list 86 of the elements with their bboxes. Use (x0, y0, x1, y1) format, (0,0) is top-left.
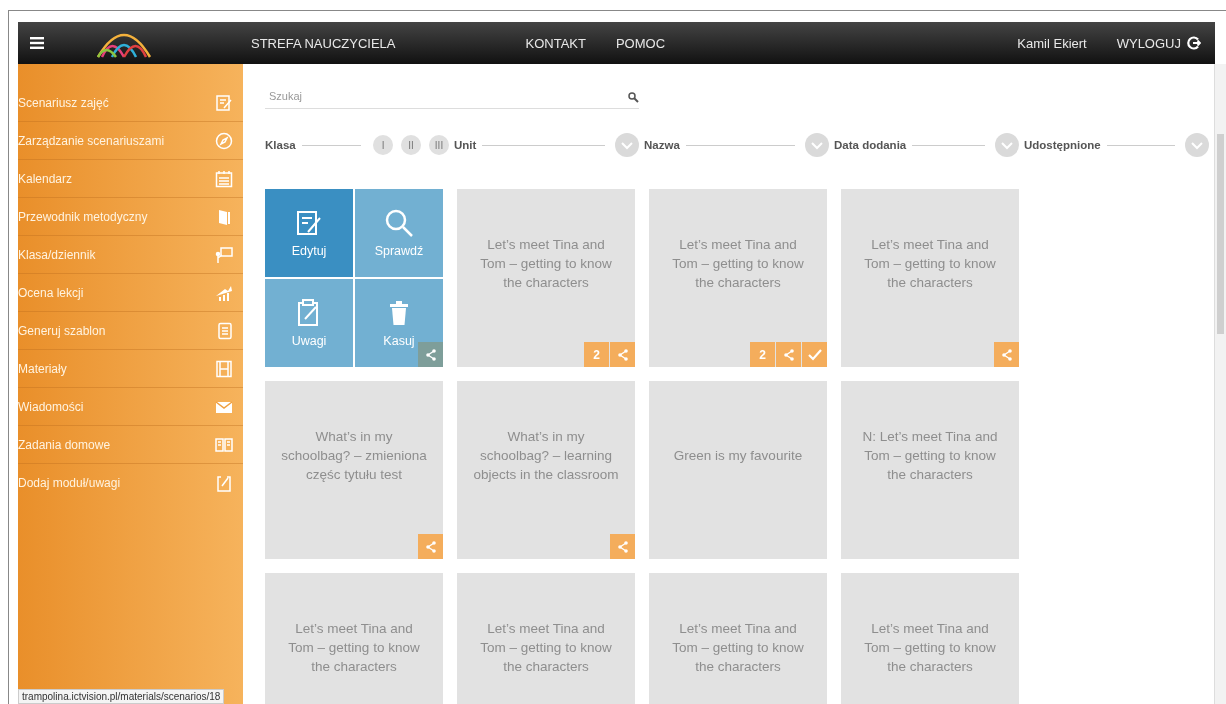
share-icon (1000, 348, 1013, 361)
menu-icon[interactable] (30, 37, 44, 49)
filter-label: Unit (454, 139, 477, 151)
scenario-title: Let’s meet Tina and Tom – getting to know the characters (479, 619, 613, 676)
scenario-tile[interactable]: Green is my favourite (649, 381, 827, 559)
tile-action-button[interactable]: Sprawdź (355, 189, 443, 277)
film-strip-icon (215, 359, 233, 378)
chevron-down-icon[interactable] (1185, 133, 1209, 157)
chevron-down-icon[interactable] (615, 133, 639, 157)
scenario-tile[interactable]: Let’s meet Tina and Tom – getting to know the characters 2 (649, 189, 827, 367)
sidebar-item[interactable]: Dodaj moduł/uwagi (18, 464, 243, 501)
chevron-down-icon[interactable] (805, 133, 829, 157)
sidebar-item[interactable]: Materiały (18, 350, 243, 388)
sidebar-item[interactable]: Ocena lekcji (18, 274, 243, 312)
compass-icon (215, 131, 233, 150)
share-badge[interactable] (418, 534, 443, 559)
share-badge[interactable] (994, 342, 1019, 367)
magnifier-icon (384, 208, 414, 238)
sidebar-item[interactable]: Scenariusz zajęć (18, 84, 243, 122)
share-icon (616, 348, 629, 361)
open-book-icon (215, 435, 233, 454)
scenario-tile[interactable]: What’s in my schoolbag? – zmieniona częśc tytułu test (265, 381, 443, 559)
scenario-title: Green is my favourite (672, 446, 804, 465)
scenario-tile[interactable]: What’s in my schoolbag? – learning objects in the classroom (457, 381, 635, 559)
scenario-title: N: Let’s meet Tina and Tom – getting to know the characters (861, 427, 999, 484)
filter-label: Klasa (265, 139, 296, 151)
share-badge[interactable] (418, 342, 443, 367)
sidebar-item[interactable]: Klasa/dziennik (18, 236, 243, 274)
teacher-board-icon (215, 245, 233, 264)
scenario-tile[interactable]: Let’s meet Tina and Tom – getting to know the characters (841, 189, 1019, 367)
scenario-tile[interactable]: Let’s meet Tina and Tom – getting to know the characters 2 (457, 189, 635, 367)
scenario-title: Let’s meet Tina and Tom – getting to know the characters (863, 619, 997, 676)
class-level-button[interactable]: I (373, 135, 393, 155)
tile-action-button[interactable]: Uwagi (265, 279, 353, 367)
sidebar-item[interactable]: Generuj szablon (18, 312, 243, 350)
scenario-title: What’s in my schoolbag? – zmieniona częśc tytułu test (280, 427, 428, 484)
scenario-title: Let’s meet Tina and Tom – getting to know the characters (287, 619, 421, 676)
share-icon (424, 348, 437, 361)
scenario-title: What’s in my schoolbag? – learning objects in the classroom (472, 427, 620, 484)
chevron-down-icon[interactable] (995, 133, 1019, 157)
scenario-tile[interactable]: N: Let’s meet Tina and Tom – getting to know the characters (841, 381, 1019, 559)
filter-label: Data dodania (834, 139, 907, 151)
sidebar-item[interactable]: Kalendarz (18, 160, 243, 198)
scenario-title: Let’s meet Tina and Tom – getting to know the characters (863, 235, 997, 292)
sidebar-item[interactable]: Przewodnik metodyczny (18, 198, 243, 236)
tile-action-button[interactable]: Edytuj (265, 189, 353, 277)
share-icon (424, 540, 437, 553)
checkmark-icon (807, 348, 822, 361)
scenario-title: Let’s meet Tina and Tom – getting to know the characters (479, 235, 613, 292)
sidebar-item[interactable]: Zadania domowe (18, 426, 243, 464)
filter-label: Nazwa (644, 139, 680, 151)
share-badge[interactable] (610, 534, 635, 559)
nav-link[interactable]: STREFA NAUCZYCIELA (251, 35, 396, 51)
notepad-pencil-icon (294, 208, 324, 238)
status-url: trampolina.ictvision.pl/materials/scenarios/18 (18, 689, 225, 704)
search-field[interactable]: Szukaj (265, 86, 628, 108)
document-icon (215, 321, 233, 340)
share-icon (782, 348, 795, 361)
scenario-tile[interactable]: Let’s meet Tina and Tom – getting to know the characters (841, 573, 1019, 704)
nav-link[interactable]: KONTAKT (525, 35, 586, 51)
sidebar-item[interactable]: Zarządzanie scenariuszami (18, 122, 243, 160)
scenario-tile[interactable]: Let’s meet Tina and Tom – getting to know the characters (457, 573, 635, 704)
scrollbar[interactable] (1214, 64, 1226, 704)
class-level-button[interactable]: III (429, 135, 449, 155)
class-level-button[interactable]: II (401, 135, 421, 155)
filter-label: Udostępnione (1024, 139, 1101, 151)
share-badge[interactable] (776, 342, 801, 367)
nav-link[interactable]: POMOC (615, 35, 666, 51)
scenario-title: Let’s meet Tina and Tom – getting to know the characters (671, 235, 805, 292)
notepad-pencil-icon (215, 93, 233, 112)
scenario-title: Let’s meet Tina and Tom – getting to know the characters (671, 619, 805, 676)
tile-action-button[interactable]: Kasuj (355, 279, 443, 367)
clipboard-pencil-icon (215, 473, 233, 492)
count-badge: 2 (750, 342, 775, 367)
logout-icon (1187, 36, 1201, 50)
user-name[interactable]: Kamil Ekiert (1017, 35, 1087, 51)
search-icon[interactable] (628, 91, 639, 103)
share-icon (616, 540, 629, 553)
sidebar-item[interactable]: Wiadomości (18, 388, 243, 426)
scenario-tile[interactable]: Let’s meet Tina and Tom – getting to know the characters (649, 573, 827, 704)
share-badge[interactable] (610, 342, 635, 367)
count-badge: 2 (584, 342, 609, 367)
logout-button[interactable]: WYLOGUJ (1116, 35, 1201, 51)
scenario-tile[interactable]: Let’s meet Tina and Tom – getting to know the characters (265, 573, 443, 704)
calendar-icon (215, 169, 233, 188)
scenario-tile[interactable]: Edytuj Sprawdź Uwagi Kasuj (265, 189, 443, 367)
